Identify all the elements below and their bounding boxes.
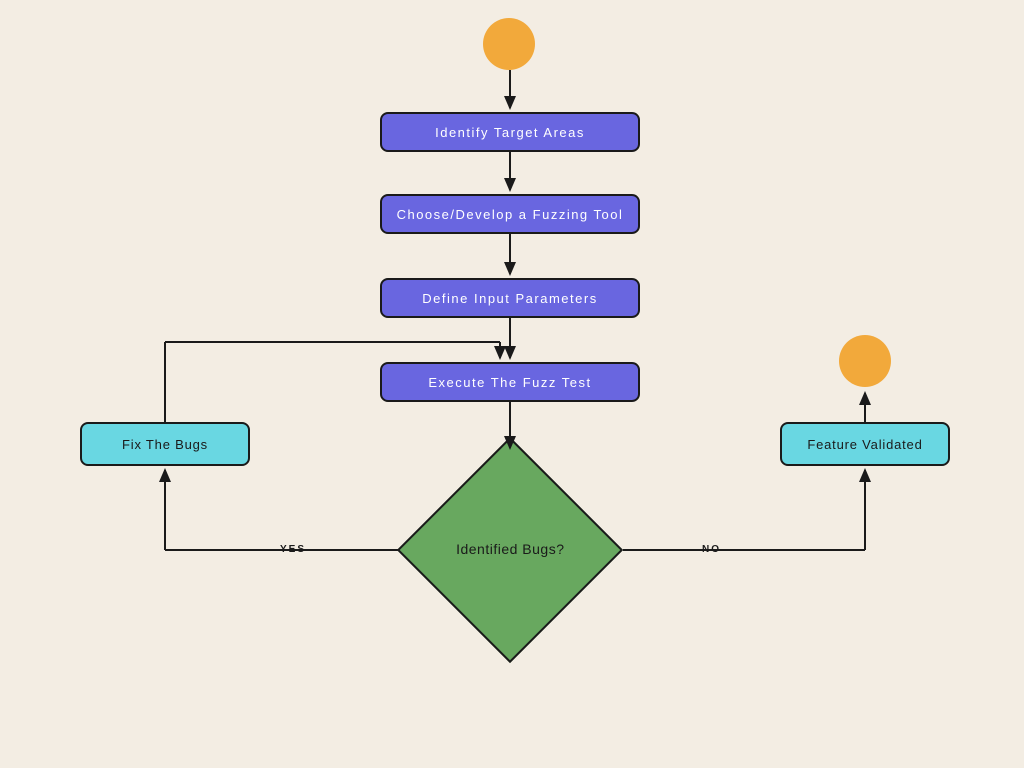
edge-label-no: NO — [702, 544, 721, 555]
step-choose-tool: Choose/Develop a Fuzzing Tool — [380, 194, 640, 234]
step-label: Execute The Fuzz Test — [428, 375, 591, 390]
step-feature-validated: Feature Validated — [780, 422, 950, 466]
flowchart-canvas: Identify Target Areas Choose/Develop a F… — [0, 0, 1024, 768]
decision-identified-bugs: Identified Bugs? — [397, 437, 623, 663]
step-identify-target: Identify Target Areas — [380, 112, 640, 152]
step-label: Feature Validated — [807, 437, 922, 452]
step-fix-bugs: Fix The Bugs — [80, 422, 250, 466]
end-terminator — [839, 335, 891, 387]
step-label: Choose/Develop a Fuzzing Tool — [397, 207, 624, 222]
step-label: Define Input Parameters — [422, 291, 597, 306]
start-terminator — [483, 18, 535, 70]
step-execute-fuzz: Execute The Fuzz Test — [380, 362, 640, 402]
edge-label-yes: YES — [280, 544, 306, 555]
step-label: Identify Target Areas — [435, 125, 585, 140]
decision-label: Identified Bugs? — [456, 540, 564, 560]
step-define-params: Define Input Parameters — [380, 278, 640, 318]
step-label: Fix The Bugs — [122, 437, 208, 452]
